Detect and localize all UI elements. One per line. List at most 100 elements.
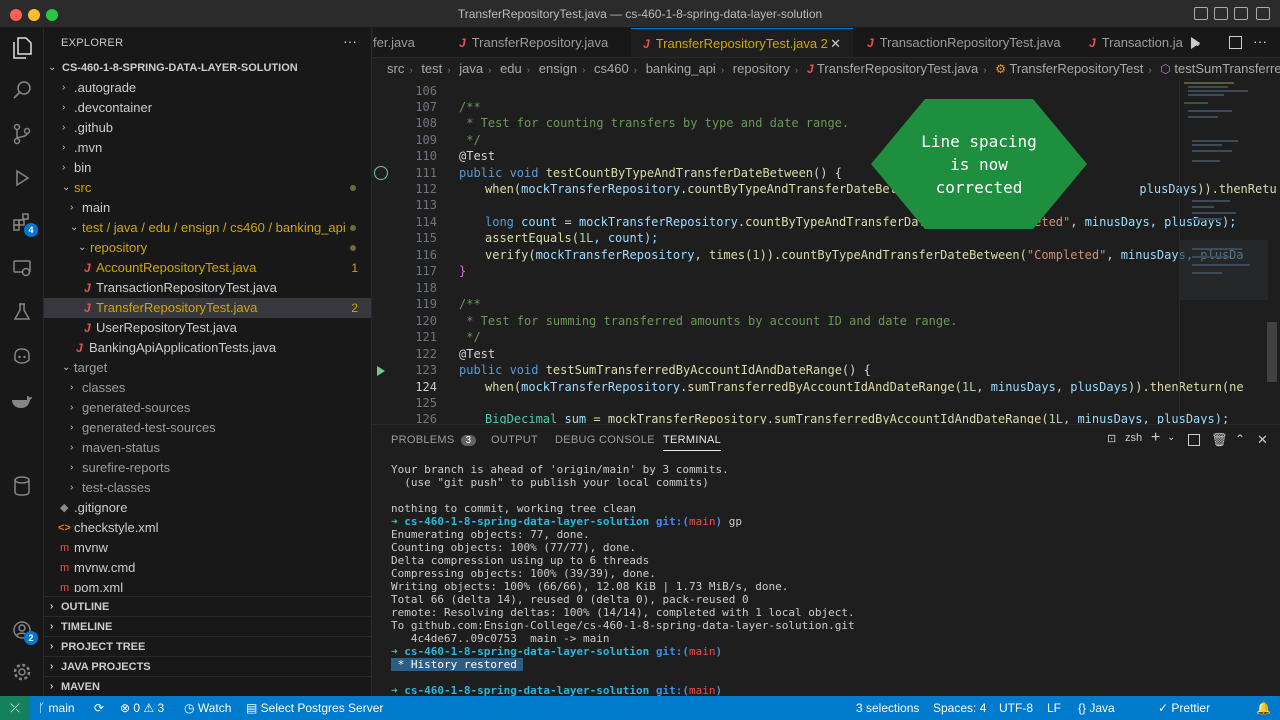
tab-problems[interactable]: PROBLEMS 3 <box>391 434 477 446</box>
close-tab-icon[interactable]: ✕ <box>830 29 841 57</box>
breadcrumb-item[interactable]: repository <box>733 61 790 76</box>
watch-status[interactable]: ◷ Watch <box>184 696 231 720</box>
maximize-panel-icon[interactable]: ⌃ <box>1235 432 1245 446</box>
settings-gear-icon[interactable] <box>8 658 36 686</box>
tree-folder-bin[interactable]: › bin <box>44 158 371 178</box>
outline-section[interactable]: › OUTLINE <box>44 596 371 616</box>
split-editor-icon[interactable] <box>1229 36 1242 49</box>
tree-folder-test-classes[interactable]: › test-classes <box>44 478 371 498</box>
toggle-sidebar-icon[interactable] <box>1194 7 1208 20</box>
project-tree-section[interactable]: › PROJECT TREE <box>44 636 371 656</box>
docker-icon[interactable] <box>8 386 36 414</box>
code-editor[interactable]: 106 107 108 109 110 111 112 113 114 115 116 117 118 1… <box>373 80 1280 424</box>
github-copilot-icon[interactable] <box>8 342 36 370</box>
new-terminal-icon[interactable]: + <box>1151 429 1160 447</box>
tree-file-account-repository-test[interactable]: J AccountRepositoryTest.java 1 <box>44 258 371 278</box>
tree-folder-main[interactable]: › main <box>44 198 371 218</box>
tree-folder-github[interactable]: › .github <box>44 118 371 138</box>
tree-file-gitignore[interactable]: ◆ .gitignore <box>44 498 371 518</box>
run-file-icon[interactable] <box>1191 37 1200 49</box>
tree-folder-repository[interactable]: ⌄ repository <box>44 238 371 258</box>
testing-icon[interactable] <box>8 298 36 326</box>
accounts-icon[interactable]: 2 <box>8 616 38 645</box>
source-control-icon[interactable] <box>8 120 36 148</box>
breadcrumb-item[interactable]: cs460 <box>594 61 629 76</box>
explorer-root-folder[interactable]: ⌄ CS-460-1-8-SPRING-DATA-LAYER-SOLUTION <box>44 58 371 78</box>
tree-file-checkstyle-xml[interactable]: <> checkstyle.xml <box>44 518 371 538</box>
tree-folder-classes[interactable]: › classes <box>44 378 371 398</box>
tree-folder-target[interactable]: ⌄ target <box>44 358 371 378</box>
tree-file-banking-api-application-tests[interactable]: J BankingApiApplicationTests.java <box>44 338 371 358</box>
tab-transfer-repository-test[interactable]: J TransferRepositoryTest.java 2 ✕ <box>631 28 853 57</box>
search-icon[interactable] <box>8 76 36 104</box>
tab-transaction-repository-test[interactable]: J TransactionRepositoryTest.java <box>853 28 1075 57</box>
breadcrumb-item[interactable]: TransferRepositoryTest.java <box>817 61 978 76</box>
close-panel-icon[interactable]: ✕ <box>1257 432 1268 448</box>
tree-folder-test-path[interactable]: ⌄ test / java / edu / ensign / cs460 / b… <box>44 218 371 238</box>
tree-folder-generated-sources[interactable]: › generated-sources <box>44 398 371 418</box>
tree-file-mvnw[interactable]: m mvnw <box>44 538 371 558</box>
minimap[interactable] <box>1179 80 1268 424</box>
remote-indicator-icon[interactable]: ⤫ <box>0 696 30 720</box>
maven-section[interactable]: › MAVEN <box>44 676 371 696</box>
tab-transfer-repository[interactable]: J TransferRepository.java <box>455 28 631 57</box>
split-terminal-icon[interactable] <box>1188 434 1200 446</box>
tree-file-transfer-repository-test[interactable]: J TransferRepositoryTest.java 2 <box>44 298 371 318</box>
toggle-secondary-sidebar-icon[interactable] <box>1234 7 1248 20</box>
breadcrumb-item[interactable]: java <box>459 61 483 76</box>
tree-file-mvnw-cmd[interactable]: m mvnw.cmd <box>44 558 371 578</box>
breadcrumb-item[interactable]: test <box>421 61 442 76</box>
terminal-shell-icon[interactable]: ⊡ <box>1107 432 1116 445</box>
database-icon[interactable] <box>8 472 36 500</box>
tree-folder-devcontainer[interactable]: › .devcontainer <box>44 98 371 118</box>
editor-scrollbar[interactable] <box>1267 322 1277 382</box>
language-status[interactable]: {} Java <box>1078 696 1115 720</box>
java-projects-section[interactable]: › JAVA PROJECTS <box>44 656 371 676</box>
encoding-status[interactable]: UTF-8 <box>999 696 1033 720</box>
more-actions-icon[interactable]: ··· <box>1253 33 1267 49</box>
tab-transfer-java[interactable]: fer.java <box>373 28 445 57</box>
tab-output[interactable]: OUTPUT <box>491 434 538 446</box>
tree-folder-src[interactable]: ⌄ src <box>44 178 371 198</box>
branch-status[interactable]: ᚴ main <box>38 696 75 720</box>
extensions-icon[interactable]: 4 <box>8 208 38 237</box>
timeline-section[interactable]: › TIMELINE <box>44 616 371 636</box>
toggle-panel-icon[interactable] <box>1214 7 1228 20</box>
breadcrumb-item[interactable]: TransferRepositoryTest <box>1009 61 1143 76</box>
prettier-status[interactable]: ✓ Prettier <box>1158 696 1210 720</box>
selections-status[interactable]: 3 selections <box>856 696 919 720</box>
postgres-status[interactable]: ▤ Select Postgres Server <box>246 696 383 720</box>
tree-folder-autograde[interactable]: › .autograde <box>44 78 371 98</box>
run-test-icon[interactable] <box>377 366 385 376</box>
tree-file-pom-xml[interactable]: m pom.xml <box>44 578 371 592</box>
breadcrumb-item[interactable]: ensign <box>539 61 577 76</box>
breadcrumb-item[interactable]: banking_api <box>646 61 716 76</box>
problems-status[interactable]: ⊗ 0 ⚠ 3 <box>120 696 164 720</box>
breadcrumb-item[interactable]: testSumTransferredByAc <box>1174 61 1280 76</box>
watch-icon: ◷ <box>184 701 198 715</box>
sync-icon[interactable]: ⟳ <box>94 696 104 720</box>
tree-folder-surefire-reports[interactable]: › surefire-reports <box>44 458 371 478</box>
test-passed-icon[interactable] <box>374 166 388 180</box>
tree-folder-generated-test-sources[interactable]: › generated-test-sources <box>44 418 371 438</box>
tree-file-transaction-repository-test[interactable]: J TransactionRepositoryTest.java <box>44 278 371 298</box>
notifications-bell-icon[interactable]: 🔔 <box>1256 696 1271 720</box>
customize-layout-icon[interactable] <box>1256 7 1270 20</box>
shell-label[interactable]: zsh <box>1125 432 1142 444</box>
tab-debug-console[interactable]: DEBUG CONSOLE <box>555 434 655 446</box>
kill-terminal-icon[interactable]: 🗑 <box>1211 432 1228 448</box>
remote-explorer-icon[interactable] <box>8 254 36 282</box>
explorer-icon[interactable] <box>8 34 36 62</box>
run-debug-icon[interactable] <box>8 164 36 192</box>
tab-transaction-java[interactable]: J Transaction.ja <box>1079 28 1189 57</box>
chevron-down-icon[interactable]: ⌄ <box>1167 432 1175 443</box>
eol-status[interactable]: LF <box>1047 696 1061 720</box>
breadcrumb-item[interactable]: src <box>387 61 404 76</box>
tab-terminal[interactable]: TERMINAL <box>663 434 722 451</box>
tree-folder-maven-status[interactable]: › maven-status <box>44 438 371 458</box>
more-actions-icon[interactable]: ··· <box>343 33 357 49</box>
breadcrumb-item[interactable]: edu <box>500 61 522 76</box>
tree-file-user-repository-test[interactable]: J UserRepositoryTest.java <box>44 318 371 338</box>
tree-folder-mvn[interactable]: › .mvn <box>44 138 371 158</box>
indentation-status[interactable]: Spaces: 4 <box>933 696 986 720</box>
